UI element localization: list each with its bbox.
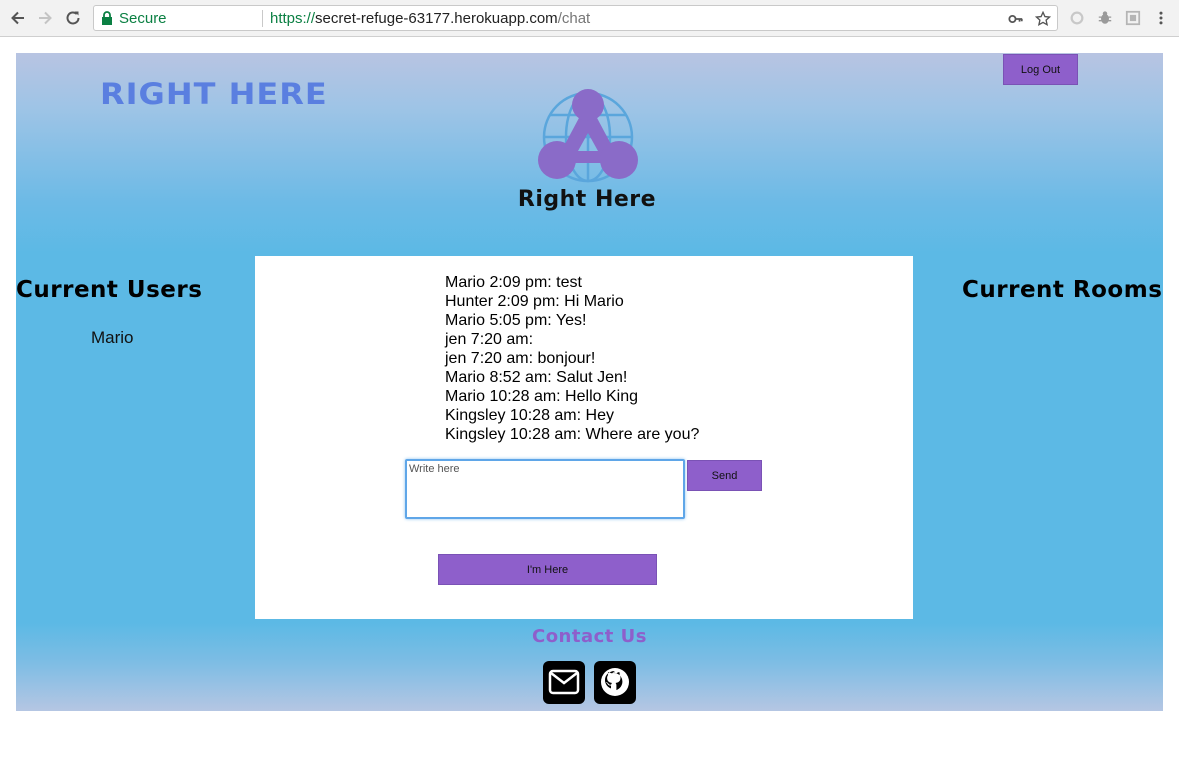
url-scheme: https:// [270, 10, 316, 27]
github-link[interactable] [594, 661, 636, 704]
forward-button[interactable] [34, 7, 56, 29]
key-icon[interactable] [1007, 10, 1025, 28]
user-list-item: Mario [91, 328, 134, 347]
more-menu-icon[interactable] [1152, 9, 1170, 27]
bug-extension-icon[interactable] [1096, 9, 1114, 27]
logo-icon [538, 89, 638, 183]
chat-message: Mario 8:52 am: Salut Jen! [445, 369, 628, 386]
logout-button[interactable]: Log Out [1003, 54, 1078, 85]
extension-icon[interactable] [1068, 9, 1086, 27]
chat-message: Mario 5:05 pm: Yes! [445, 312, 587, 329]
browser-toolbar: Secure https://secret-refuge-63177.herok… [0, 0, 1179, 37]
chat-message: Kingsley 10:28 am: Hey [445, 407, 614, 424]
message-list: Mario 2:09 pm: test Hunter 2:09 pm: Hi M… [445, 273, 699, 444]
back-arrow-icon [11, 11, 24, 25]
secure-label: Secure [119, 10, 167, 27]
chat-message: jen 7:20 am: bonjour! [445, 350, 596, 367]
brand-title: RIGHT HERE [100, 76, 328, 112]
message-input[interactable] [405, 459, 685, 519]
screenshot-extension-icon[interactable] [1124, 9, 1142, 27]
url-host: secret-refuge-63177.herokuapp.com [315, 10, 558, 27]
im-here-button[interactable]: I'm Here [438, 554, 657, 585]
star-icon[interactable] [1034, 10, 1052, 28]
url-text: https://secret-refuge-63177.herokuapp.co… [270, 10, 590, 27]
chat-message: Hunter 2:09 pm: Hi Mario [445, 293, 624, 310]
email-link[interactable] [543, 661, 585, 704]
lock-icon [102, 11, 112, 25]
chat-panel: Mario 2:09 pm: test Hunter 2:09 pm: Hi M… [255, 256, 913, 619]
address-separator [262, 10, 263, 27]
logo-title: Right Here [517, 187, 657, 212]
url-path: /chat [557, 10, 591, 27]
forward-arrow-icon [39, 11, 52, 25]
chat-message: jen 7:20 am: [445, 331, 534, 348]
chat-message: Kingsley 10:28 am: Where are you? [445, 426, 700, 443]
current-users-heading: Current Users [16, 277, 203, 303]
send-button[interactable]: Send [687, 460, 762, 491]
current-rooms-heading: Current Rooms [962, 277, 1163, 303]
github-icon [594, 661, 636, 704]
envelope-icon [543, 661, 585, 704]
chat-message: Mario 2:09 pm: test [445, 274, 582, 291]
chat-message: Mario 10:28 am: Hello King [445, 388, 638, 405]
contact-heading: Contact Us [531, 626, 647, 647]
back-button[interactable] [7, 7, 29, 29]
chat-page: RIGHT HERE Log Out Right Here Current Us… [16, 53, 1163, 711]
reload-button[interactable] [62, 7, 84, 29]
reload-icon [66, 11, 80, 25]
address-bar[interactable]: Secure https://secret-refuge-63177.herok… [93, 5, 1058, 31]
